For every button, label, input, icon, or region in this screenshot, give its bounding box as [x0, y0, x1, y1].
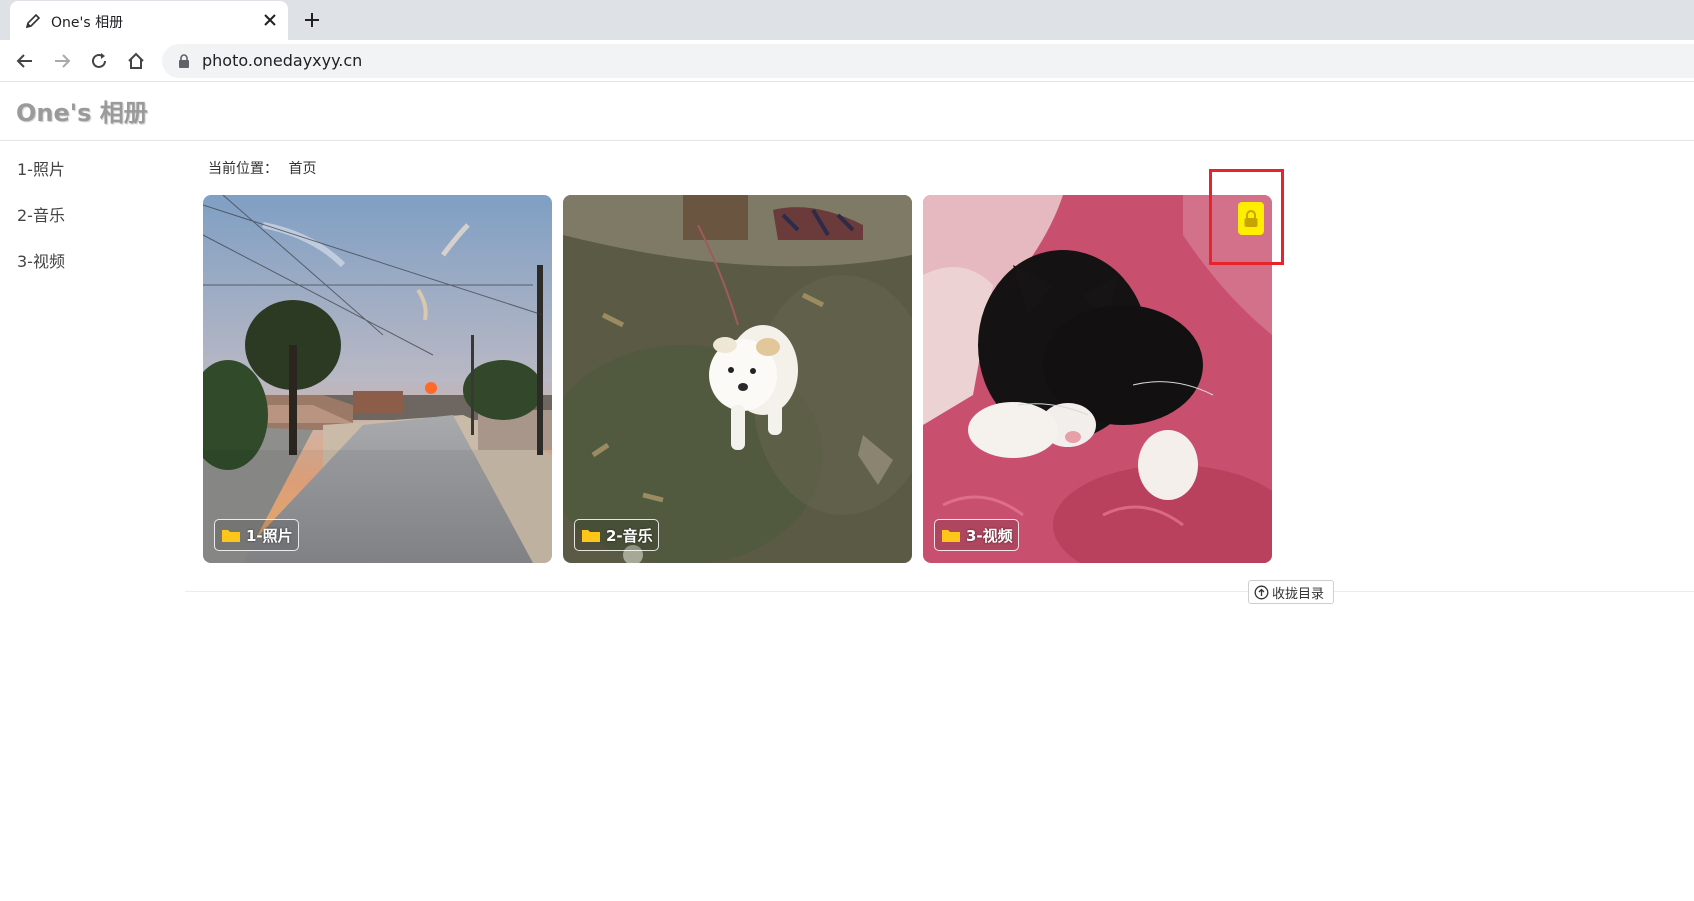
- breadcrumb-label: 当前位置：: [208, 161, 278, 177]
- home-icon[interactable]: [125, 50, 147, 72]
- browser-tab[interactable]: One's 相册: [10, 1, 288, 40]
- tab-title: One's 相册: [51, 15, 124, 31]
- album-cover-image: [563, 195, 912, 563]
- arrow-up-circle-icon: [1254, 585, 1269, 599]
- forward-arrow-icon[interactable]: [51, 50, 73, 72]
- reload-icon[interactable]: [88, 50, 110, 72]
- collapse-directory-button[interactable]: 收拢目录: [1248, 580, 1334, 604]
- sidebar-item-photos[interactable]: 1-照片: [17, 156, 65, 180]
- sidebar-item-videos[interactable]: 3-视频: [17, 248, 65, 272]
- folder-icon: [942, 530, 960, 542]
- site-header: One's 相册: [0, 83, 1694, 141]
- lock-icon: [179, 54, 189, 68]
- new-tab-icon[interactable]: [301, 9, 323, 31]
- album-name: 3-视频: [966, 526, 1013, 545]
- back-arrow-icon[interactable]: [14, 50, 36, 72]
- browser-toolbar: photo.onedayxyy.cn: [0, 40, 1694, 82]
- album-label: 3-视频: [934, 519, 1019, 551]
- album-card-music[interactable]: 2-音乐: [563, 195, 912, 563]
- album-card-photos[interactable]: 1-照片: [203, 195, 552, 563]
- sidebar-item-music[interactable]: 2-音乐: [17, 202, 65, 226]
- album-label: 2-音乐: [574, 519, 659, 551]
- divider: [185, 591, 1694, 592]
- album-cover-image: [203, 195, 552, 563]
- address-bar[interactable]: photo.onedayxyy.cn: [162, 44, 1694, 78]
- breadcrumb-home-link[interactable]: 首页: [288, 161, 316, 177]
- breadcrumb: 当前位置： 首页: [208, 158, 322, 178]
- annotation-highlight-box: [1209, 169, 1284, 265]
- folder-icon: [582, 530, 600, 542]
- sidebar: 1-照片 2-音乐 3-视频: [0, 141, 185, 901]
- site-title[interactable]: One's 相册: [16, 93, 148, 128]
- browser-tab-bar: One's 相册: [0, 0, 1694, 40]
- album-name: 1-照片: [246, 526, 293, 545]
- pencil-icon: [25, 13, 41, 29]
- album-name: 2-音乐: [606, 526, 653, 545]
- close-icon[interactable]: [260, 10, 280, 30]
- collapse-button-label: 收拢目录: [1272, 586, 1325, 602]
- folder-icon: [222, 530, 240, 542]
- url-text: photo.onedayxyy.cn: [202, 51, 363, 70]
- album-label: 1-照片: [214, 519, 299, 551]
